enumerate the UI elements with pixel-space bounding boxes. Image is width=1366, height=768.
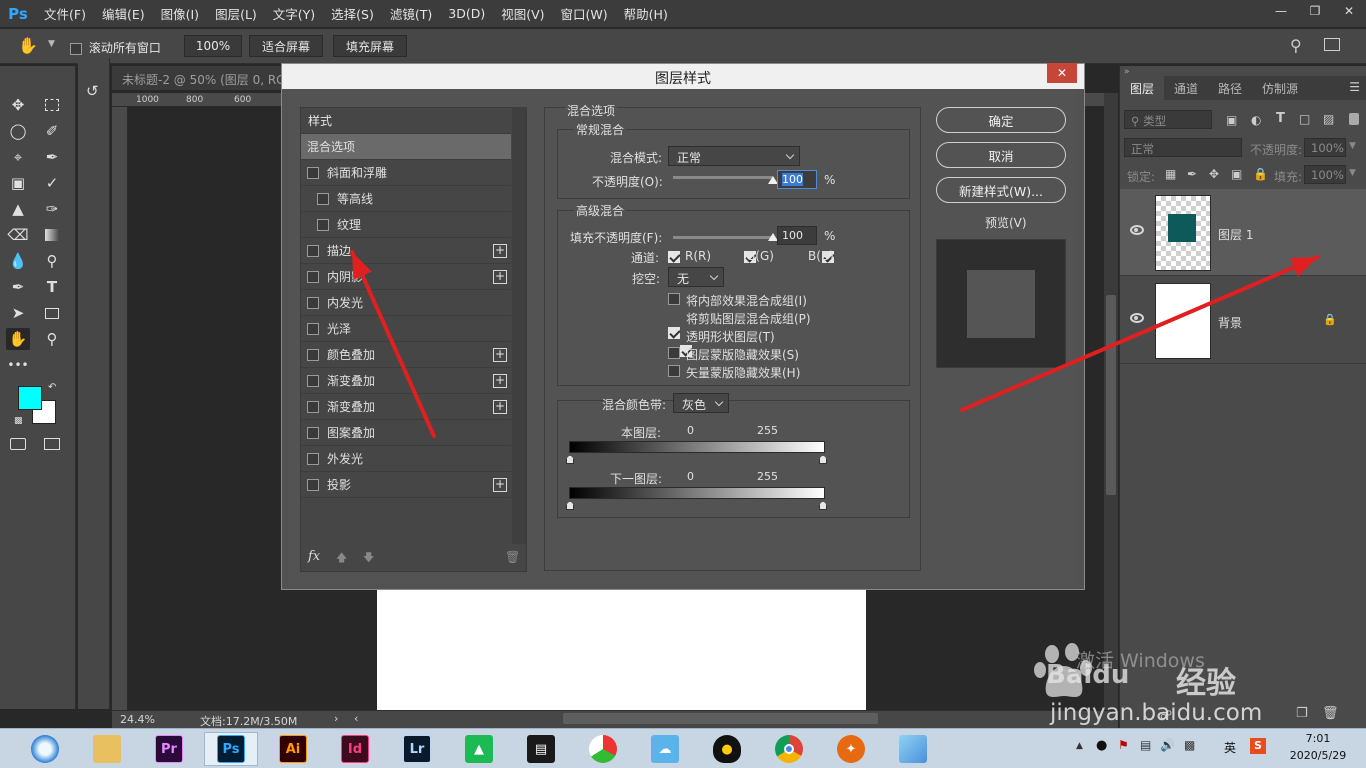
- taskbar-app-colorful[interactable]: [576, 732, 630, 766]
- annotation-arrows: [350, 250, 1320, 438]
- sogou-ime-icon[interactable]: S: [1250, 738, 1266, 754]
- tray-expand-icon[interactable]: ▲: [1076, 741, 1083, 751]
- photoshop-icon: Ps: [217, 735, 245, 763]
- taskbar-app-blue[interactable]: ☁: [638, 732, 692, 766]
- taskbar-chrome[interactable]: [762, 732, 816, 766]
- tray-volume-icon[interactable]: 🔊: [1160, 738, 1175, 752]
- annotation-arrow-layer: [960, 255, 1320, 412]
- lightroom-icon: Lr: [403, 735, 431, 763]
- taskbar-photoshop[interactable]: Ps: [204, 732, 258, 766]
- green-app-icon: ▲: [465, 735, 493, 763]
- indesign-icon: Id: [341, 735, 369, 763]
- taskbar-qq[interactable]: ●: [700, 732, 754, 766]
- tray-flag-icon[interactable]: ⚑: [1118, 738, 1129, 752]
- taskbar-app-green[interactable]: ▲: [452, 732, 506, 766]
- windows-taskbar: Pr Ps Ai Id Lr ▲ ▤ ☁ ● ✦ ▲ ● ⚑ ▤ 🔊 ▩ 英 S…: [0, 728, 1366, 768]
- chrome-icon: [775, 735, 803, 763]
- taskbar-premiere[interactable]: Pr: [142, 732, 196, 766]
- glass-app-icon: [899, 735, 927, 763]
- qq-icon: ●: [713, 735, 741, 763]
- taskbar-lightroom[interactable]: Lr: [390, 732, 444, 766]
- taskbar-indesign[interactable]: Id: [328, 732, 382, 766]
- bird-app-icon: ☁: [651, 735, 679, 763]
- clock-date[interactable]: 2020/5/29: [1280, 749, 1356, 762]
- ime-indicator[interactable]: 英: [1224, 739, 1236, 756]
- taskbar-illustrator[interactable]: Ai: [266, 732, 320, 766]
- tray-network-icon[interactable]: ▩: [1184, 738, 1195, 752]
- clock-time[interactable]: 7:01: [1288, 732, 1348, 745]
- colorful-app-icon: [589, 735, 617, 763]
- premiere-icon: Pr: [155, 735, 183, 763]
- taskbar-video[interactable]: ▤: [514, 732, 568, 766]
- tray-phone-icon[interactable]: ▤: [1140, 738, 1151, 752]
- illustrator-icon: Ai: [279, 735, 307, 763]
- taskbar-app-last[interactable]: [886, 732, 940, 766]
- foreground-color-swatch[interactable]: [18, 386, 42, 410]
- taskbar-app-orange[interactable]: ✦: [824, 732, 878, 766]
- annotation-arrow-stroke: [350, 250, 436, 438]
- orange-app-icon: ✦: [837, 735, 865, 763]
- folder-icon: [93, 735, 121, 763]
- taskbar-browser[interactable]: [18, 732, 72, 766]
- tray-qq-icon[interactable]: ●: [1096, 738, 1107, 753]
- film-icon: ▤: [527, 735, 555, 763]
- taskbar-explorer[interactable]: [80, 732, 134, 766]
- browser-icon: [31, 735, 59, 763]
